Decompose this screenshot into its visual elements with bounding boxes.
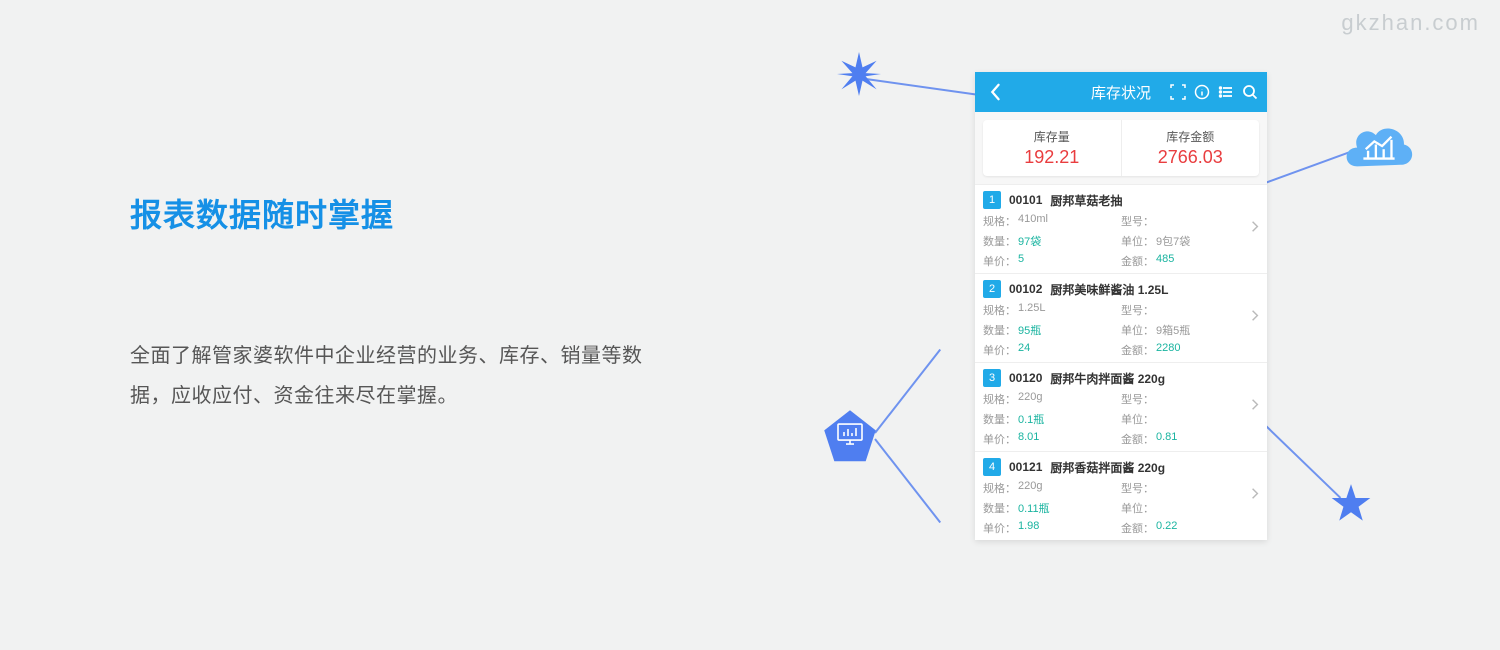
unit-value: 9包7袋 [1156, 233, 1190, 249]
item-code: 00101 [1009, 193, 1042, 207]
phone-header: 库存状况 [975, 72, 1267, 112]
qty-label: 数量： [983, 500, 1016, 516]
item-head: 4 00121 厨邦香菇拌面酱 220g [983, 458, 1259, 476]
amount-label: 金额： [1121, 253, 1154, 269]
monitor-chart-icon [837, 423, 863, 450]
spec-label: 规格： [983, 480, 1016, 496]
body-text: 全面了解管家婆软件中企业经营的业务、库存、销量等数据，应收应付、资金往来尽在掌握… [130, 336, 680, 416]
watermark-text: gkzhan.com [1341, 10, 1480, 36]
summary-value: 2766.03 [1122, 147, 1260, 168]
headline: 报表数据随时掌握 [130, 190, 680, 236]
model-label: 型号： [1121, 213, 1154, 229]
item-number-badge: 2 [983, 280, 1001, 298]
spec-value: 220g [1018, 391, 1042, 407]
price-value: 8.01 [1018, 431, 1039, 447]
amount-label: 金额： [1121, 431, 1154, 447]
connector-line [874, 438, 941, 523]
chevron-right-icon [1251, 309, 1259, 328]
list-item[interactable]: 4 00121 厨邦香菇拌面酱 220g 规格：220g 型号： 数量：0.11瓶 单位： 单… [975, 451, 1267, 540]
price-value: 1.98 [1018, 520, 1039, 536]
scan-icon[interactable] [1169, 83, 1187, 101]
spec-label: 规格： [983, 391, 1016, 407]
item-code: 00121 [1009, 460, 1042, 474]
price-value: 24 [1018, 342, 1030, 358]
screen-title: 库存状况 [1091, 82, 1151, 103]
item-name: 厨邦香菇拌面酱 220g [1050, 459, 1165, 476]
spec-value: 410ml [1018, 213, 1048, 229]
qty-value: 97袋 [1018, 233, 1041, 249]
item-name: 厨邦牛肉拌面酱 220g [1050, 370, 1165, 387]
item-head: 3 00120 厨邦牛肉拌面酱 220g [983, 369, 1259, 387]
summary-card: 库存量 192.21 库存金额 2766.03 [983, 120, 1259, 176]
info-icon[interactable] [1193, 83, 1211, 101]
item-head: 2 00102 厨邦美味鲜酱油 1.25L [983, 280, 1259, 298]
price-label: 单价： [983, 253, 1016, 269]
phone-mock: 库存状况 库存量 192.21 库存金额 2766.03 1 00101 厨邦草菇老… [975, 72, 1267, 540]
spec-label: 规格： [983, 302, 1016, 318]
cloud-chart-icon [1340, 118, 1418, 178]
item-number-badge: 4 [983, 458, 1001, 476]
model-label: 型号： [1121, 480, 1154, 496]
chevron-right-icon [1251, 220, 1259, 239]
amount-value: 0.22 [1156, 520, 1177, 536]
list-item[interactable]: 2 00102 厨邦美味鲜酱油 1.25L 规格：1.25L 型号： 数量：95瓶 单位：9… [975, 273, 1267, 362]
summary-stock-qty: 库存量 192.21 [983, 120, 1121, 176]
list-item[interactable]: 3 00120 厨邦牛肉拌面酱 220g 规格：220g 型号： 数量：0.1瓶 单位： 单价… [975, 362, 1267, 451]
summary-value: 192.21 [983, 147, 1121, 168]
connector-line [874, 349, 941, 434]
starburst-icon [837, 52, 881, 96]
summary-label: 库存金额 [1122, 128, 1260, 145]
qty-label: 数量： [983, 411, 1016, 427]
star-icon [1330, 482, 1372, 524]
qty-value: 0.1瓶 [1018, 411, 1044, 427]
qty-value: 0.11瓶 [1018, 500, 1050, 516]
amount-label: 金额： [1121, 520, 1154, 536]
qty-label: 数量： [983, 233, 1016, 249]
inventory-list: 100101厨邦草菇老抽规格：410ml型号：数量：97袋单位：9包7袋单价：5… [975, 184, 1267, 540]
connector-line [866, 78, 985, 97]
qty-label: 数量： [983, 322, 1016, 338]
chevron-right-icon [1251, 487, 1259, 506]
amount-value: 0.81 [1156, 431, 1177, 447]
item-name: 厨邦美味鲜酱油 1.25L [1050, 281, 1168, 298]
item-number-badge: 1 [983, 191, 1001, 209]
qty-value: 95瓶 [1018, 322, 1041, 338]
chevron-right-icon [1251, 398, 1259, 417]
item-name: 厨邦草菇老抽 [1050, 192, 1122, 209]
spec-value: 220g [1018, 480, 1042, 496]
unit-label: 单位： [1121, 233, 1154, 249]
item-number-badge: 3 [983, 369, 1001, 387]
connector-line [1265, 151, 1350, 184]
spec-label: 规格： [983, 213, 1016, 229]
pentagon-badge [822, 408, 878, 464]
search-icon[interactable] [1241, 83, 1259, 101]
amount-value: 485 [1156, 253, 1174, 269]
back-button[interactable] [975, 83, 1015, 101]
list-icon[interactable] [1217, 83, 1235, 101]
price-label: 单价： [983, 342, 1016, 358]
unit-label: 单位： [1121, 322, 1154, 338]
model-label: 型号： [1121, 391, 1154, 407]
model-label: 型号： [1121, 302, 1154, 318]
list-item[interactable]: 1 00101 厨邦草菇老抽规格：410ml 型号： 数量：97袋 单位：9包7袋单价：5… [975, 184, 1267, 273]
price-label: 单价： [983, 431, 1016, 447]
unit-value: 9箱5瓶 [1156, 322, 1190, 338]
price-value: 5 [1018, 253, 1024, 269]
marketing-text-block: 报表数据随时掌握 全面了解管家婆软件中企业经营的业务、库存、销量等数据，应收应付… [130, 190, 680, 416]
unit-label: 单位： [1121, 411, 1154, 427]
summary-label: 库存量 [983, 128, 1121, 145]
price-label: 单价： [983, 520, 1016, 536]
amount-label: 金额： [1121, 342, 1154, 358]
amount-value: 2280 [1156, 342, 1180, 358]
item-head: 1 00101 厨邦草菇老抽 [983, 191, 1259, 209]
summary-stock-amount: 库存金额 2766.03 [1121, 120, 1260, 176]
header-actions [1169, 83, 1259, 101]
item-code: 00102 [1009, 282, 1042, 296]
spec-value: 1.25L [1018, 302, 1046, 318]
item-code: 00120 [1009, 371, 1042, 385]
chevron-left-icon [989, 83, 1001, 101]
unit-label: 单位： [1121, 500, 1154, 516]
